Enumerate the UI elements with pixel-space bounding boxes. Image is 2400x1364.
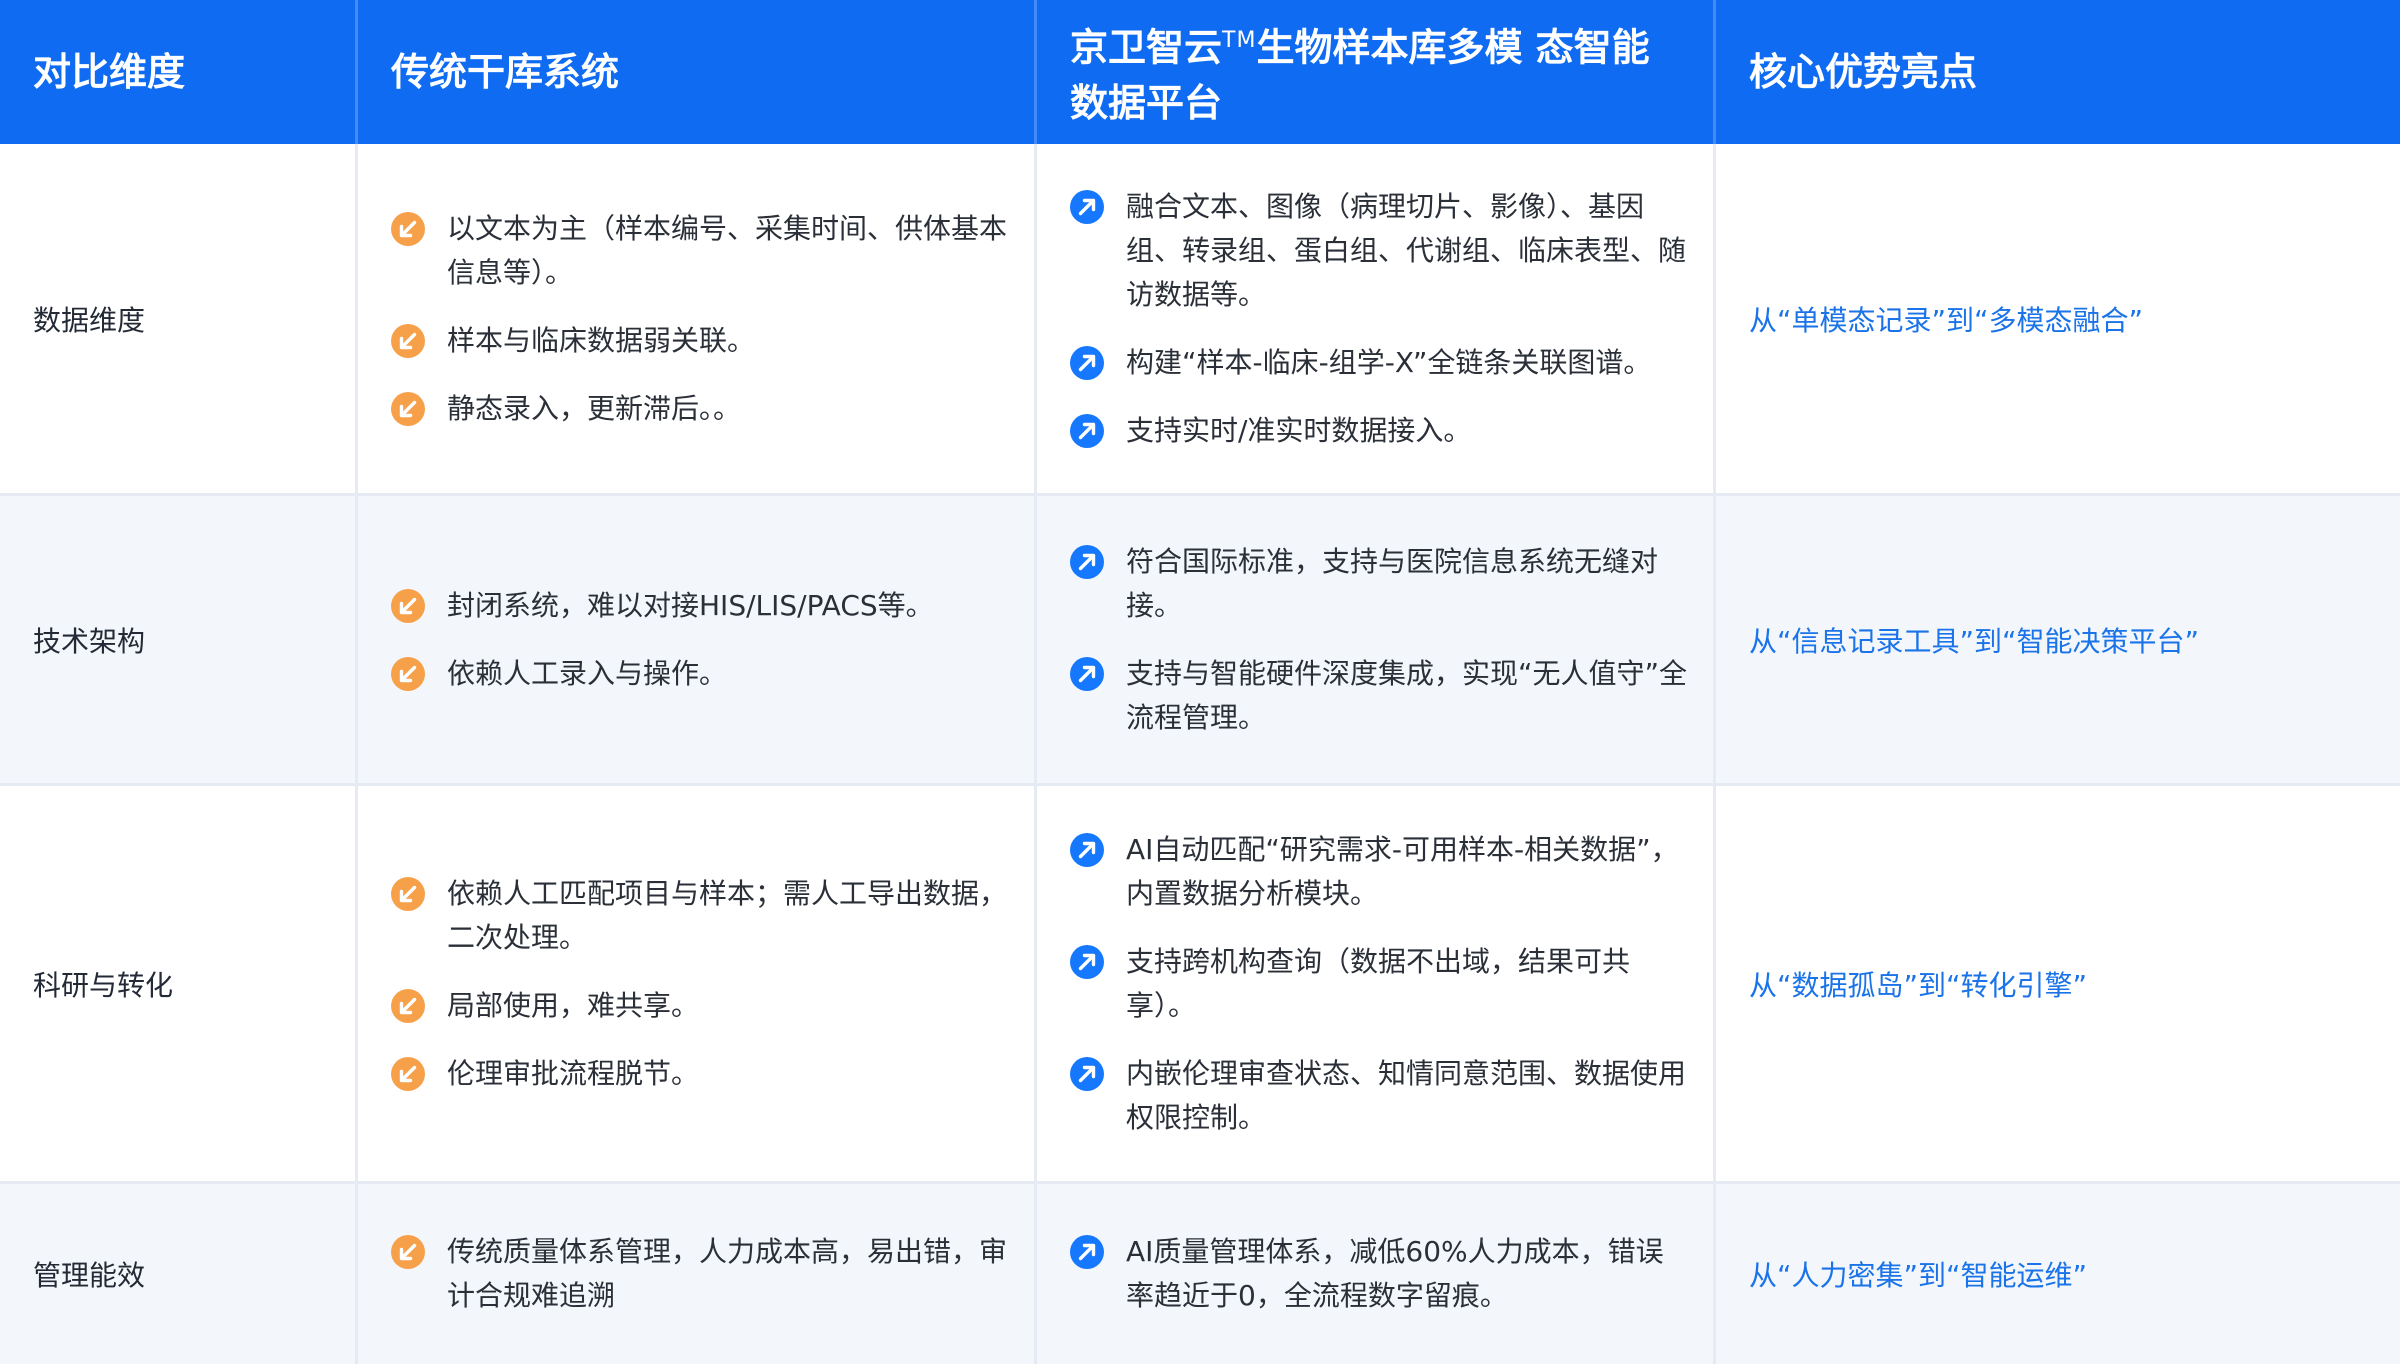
header-platform-label: 京卫智云TM生物样本库多模 态智能数据平台 [1070,13,1680,132]
list-item-text: 以文本为主（样本编号、采集时间、供体基本信息等）。 [447,211,1008,289]
list-item: 样本与临床数据弱关联。 [391,319,1008,363]
header-dimension-label: 对比维度 [33,50,186,94]
list-item-text: 构建“样本-临床-组学-X”全链条关联图谱。 [1126,345,1652,379]
arrow-up-right-circle-icon [1070,944,1104,979]
arrow-down-left-circle-icon [391,391,425,426]
arrow-down-left-circle-icon [391,323,425,358]
list-item-text: 依赖人工匹配项目与样本；需人工导出数据，二次处理。 [447,876,1008,954]
list-item-text: 融合文本、图像（病理切片、影像）、基因组、转录组、蛋白组、代谢组、临床表型、随访… [1126,189,1687,311]
arrow-up-right-circle-icon [1070,413,1104,448]
list-item: 支持与智能硬件深度集成，实现“无人值守”全流程管理。 [1070,652,1687,740]
list-item: 以文本为主（样本编号、采集时间、供体基本信息等）。 [391,207,1008,295]
list-item-text: AI自动匹配“研究需求-可用样本-相关数据”，内置数据分析模块。 [1126,832,1679,910]
list-item-text: 静态录入，更新滞后。。 [447,391,742,425]
list-item-text: 内嵌伦理审查状态、知情同意范围、数据使用权限控制。 [1126,1056,1687,1134]
advantage-text: 从“数据孤岛”到“转化引擎” [1749,968,2088,1002]
arrow-up-right-circle-icon [1070,345,1104,380]
list-item-text: 传统质量体系管理，人力成本高，易出错，审计合规难追溯 [447,1235,1008,1312]
list-item-text: AI质量管理体系，减低60%人力成本，错误率趋近于0，全流程数字留痕。 [1126,1235,1664,1312]
list-item: 符合国际标准，支持与医院信息系统无缝对接。 [1070,540,1687,628]
list-item: 传统质量体系管理，人力成本高，易出错，审计合规难追溯 [391,1230,1008,1318]
arrow-up-right-circle-icon [1070,1056,1104,1091]
row-advantage: 从“信息记录工具”到“智能决策平台” [1716,496,2400,786]
list-item: 局部使用，难共享。 [391,984,1008,1028]
header-platform-brand: 京卫智云 [1070,25,1223,70]
row-dimension: 科研与转化 [0,786,358,1184]
header-dimension: 对比维度 [0,0,358,144]
row-dimension: 数据维度 [0,144,358,496]
row-platform: 符合国际标准，支持与医院信息系统无缝对接。 支持与智能硬件深度集成，实现“无人值守… [1037,496,1716,786]
list-item: 支持跨机构查询（数据不出域，结果可共享）。 [1070,940,1687,1028]
list-item: 构建“样本-临床-组学-X”全链条关联图谱。 [1070,341,1687,385]
dimension-label: 管理能效 [33,1259,146,1292]
arrow-down-left-circle-icon [391,656,425,691]
list-item-text: 依赖人工录入与操作。 [447,656,728,690]
list-item: 融合文本、图像（病理切片、影像）、基因组、转录组、蛋白组、代谢组、临床表型、随访… [1070,185,1687,317]
advantage-text: 从“单模态记录”到“多模态融合” [1749,303,2144,337]
dimension-label: 技术架构 [33,624,146,658]
list-item: 伦理审批流程脱节。 [391,1052,1008,1096]
platform-list: AI自动匹配“研究需求-可用样本-相关数据”，内置数据分析模块。 支持跨机构查询（… [1037,828,1713,1140]
list-item: 静态录入，更新滞后。。 [391,387,1008,431]
arrow-down-left-circle-icon [391,1235,425,1269]
advantage-text: 从“信息记录工具”到“智能决策平台” [1749,624,2200,658]
dimension-label: 数据维度 [33,303,146,337]
list-item: 内嵌伦理审查状态、知情同意范围、数据使用权限控制。 [1070,1052,1687,1140]
platform-list: 符合国际标准，支持与医院信息系统无缝对接。 支持与智能硬件深度集成，实现“无人值守… [1037,540,1713,740]
list-item: AI自动匹配“研究需求-可用样本-相关数据”，内置数据分析模块。 [1070,828,1687,916]
list-item: 依赖人工匹配项目与样本；需人工导出数据，二次处理。 [391,872,1008,960]
row-platform: 融合文本、图像（病理切片、影像）、基因组、转录组、蛋白组、代谢组、临床表型、随访… [1037,144,1716,496]
row-traditional: 依赖人工匹配项目与样本；需人工导出数据，二次处理。局部使用，难共享。 伦理审批流程… [358,786,1037,1184]
list-item-text: 支持跨机构查询（数据不出域，结果可共享）。 [1126,944,1631,1022]
arrow-down-left-circle-icon [391,211,425,246]
row-advantage: 从“数据孤岛”到“转化引擎” [1716,786,2400,1184]
arrow-up-right-circle-icon [1070,656,1104,691]
traditional-list: 传统质量体系管理，人力成本高，易出错，审计合规难追溯 [358,1230,1034,1318]
header-advantage: 核心优势亮点 [1716,0,2400,144]
arrow-down-left-circle-icon [391,588,425,623]
list-item: 依赖人工录入与操作。 [391,652,1008,696]
row-dimension: 技术架构 [0,496,358,786]
trademark-mark: TM [1222,27,1257,53]
row-traditional: 传统质量体系管理，人力成本高，易出错，审计合规难追溯 [358,1184,1037,1364]
list-item-text: 局部使用，难共享。 [447,988,700,1022]
row-advantage: 从“单模态记录”到“多模态融合” [1716,144,2400,496]
dimension-label: 科研与转化 [33,968,174,1002]
row-traditional: 以文本为主（样本编号、采集时间、供体基本信息等）。样本与临床数据弱关联。 静态录入… [358,144,1037,496]
header-platform: 京卫智云TM生物样本库多模 态智能数据平台 [1037,0,1716,144]
traditional-list: 封闭系统，难以对接HIS/LIS/PACS等。 依赖人工录入与操作。 [358,584,1034,696]
list-item: 封闭系统，难以对接HIS/LIS/PACS等。 [391,584,1008,628]
arrow-down-left-circle-icon [391,876,425,911]
list-item: AI质量管理体系，减低60%人力成本，错误率趋近于0，全流程数字留痕。 [1070,1230,1687,1318]
comparison-table: 对比维度 传统干库系统 京卫智云TM生物样本库多模 态智能数据平台 核心优势亮点… [0,0,2400,1364]
platform-list: AI质量管理体系，减低60%人力成本，错误率趋近于0，全流程数字留痕。 [1037,1230,1713,1318]
header-advantage-label: 核心优势亮点 [1749,50,1978,94]
arrow-up-right-circle-icon [1070,544,1104,579]
arrow-up-right-circle-icon [1070,189,1104,224]
traditional-list: 依赖人工匹配项目与样本；需人工导出数据，二次处理。局部使用，难共享。 伦理审批流程… [358,872,1034,1096]
row-platform: AI自动匹配“研究需求-可用样本-相关数据”，内置数据分析模块。 支持跨机构查询（… [1037,786,1716,1184]
row-traditional: 封闭系统，难以对接HIS/LIS/PACS等。 依赖人工录入与操作。 [358,496,1037,786]
header-traditional: 传统干库系统 [358,0,1037,144]
advantage-text: 从“人力密集”到“智能运维” [1749,1259,2088,1292]
row-advantage: 从“人力密集”到“智能运维” [1716,1184,2400,1364]
list-item-text: 支持实时/准实时数据接入。 [1126,413,1472,447]
header-traditional-label: 传统干库系统 [391,50,620,94]
row-dimension: 管理能效 [0,1184,358,1364]
arrow-down-left-circle-icon [391,988,425,1023]
arrow-down-left-circle-icon [391,1056,425,1091]
list-item-text: 样本与临床数据弱关联。 [447,323,756,357]
arrow-up-right-circle-icon [1070,832,1104,867]
list-item: 支持实时/准实时数据接入。 [1070,409,1687,453]
list-item-text: 封闭系统，难以对接HIS/LIS/PACS等。 [447,588,934,622]
traditional-list: 以文本为主（样本编号、采集时间、供体基本信息等）。样本与临床数据弱关联。 静态录入… [358,207,1034,431]
arrow-up-right-circle-icon [1070,1235,1104,1269]
platform-list: 融合文本、图像（病理切片、影像）、基因组、转录组、蛋白组、代谢组、临床表型、随访… [1037,185,1713,453]
list-item-text: 支持与智能硬件深度集成，实现“无人值守”全流程管理。 [1126,656,1688,734]
list-item-text: 符合国际标准，支持与医院信息系统无缝对接。 [1126,544,1659,622]
row-platform: AI质量管理体系，减低60%人力成本，错误率趋近于0，全流程数字留痕。 [1037,1184,1716,1364]
list-item-text: 伦理审批流程脱节。 [447,1056,700,1090]
